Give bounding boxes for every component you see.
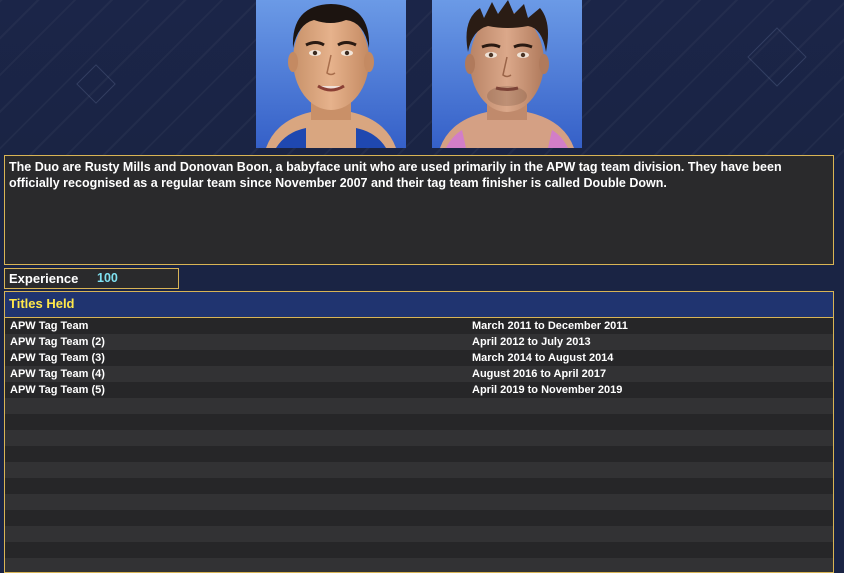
table-row[interactable]: APW Tag Team (4) August 2016 to April 20… [5,366,833,382]
titles-held-header: Titles Held [5,292,833,318]
table-row[interactable]: APW Tag Team (2) April 2012 to July 2013 [5,334,833,350]
titles-held-panel: Titles Held APW Tag Team March 2011 to D… [4,291,834,573]
empty-row [5,526,833,542]
bio-text: The Duo are Rusty Mills and Donovan Boon… [9,160,782,190]
title-dates: August 2016 to April 2017 [472,368,607,380]
empty-row [5,510,833,526]
empty-row [5,478,833,494]
table-row[interactable]: APW Tag Team (3) March 2014 to August 20… [5,350,833,366]
title-dates: April 2012 to July 2013 [472,336,591,348]
title-name: APW Tag Team (3) [10,352,105,364]
titles-list[interactable]: APW Tag Team March 2011 to December 2011… [5,318,833,572]
title-dates: March 2014 to August 2014 [472,352,614,364]
title-dates: March 2011 to December 2011 [472,320,628,332]
title-name: APW Tag Team [10,320,89,332]
empty-row [5,542,833,558]
empty-row [5,430,833,446]
titles-held-heading: Titles Held [9,296,75,311]
bio-panel: The Duo are Rusty Mills and Donovan Boon… [4,155,834,265]
empty-row [5,494,833,510]
title-name: APW Tag Team (4) [10,368,105,380]
wrestler-portrait-donovan-boon [432,0,582,148]
experience-label: Experience [9,271,79,286]
experience-panel: Experience 100 [4,268,179,289]
experience-value: 100 [97,271,118,285]
table-row[interactable]: APW Tag Team (5) April 2019 to November … [5,382,833,398]
table-row[interactable]: APW Tag Team March 2011 to December 2011 [5,318,833,334]
wrestler-portrait-rusty-mills [256,0,406,148]
empty-row [5,398,833,414]
background-pattern [0,0,844,160]
empty-row [5,414,833,430]
title-dates: April 2019 to November 2019 [472,384,623,396]
title-name: APW Tag Team (5) [10,384,105,396]
title-name: APW Tag Team (2) [10,336,105,348]
empty-row [5,462,833,478]
empty-row [5,446,833,462]
